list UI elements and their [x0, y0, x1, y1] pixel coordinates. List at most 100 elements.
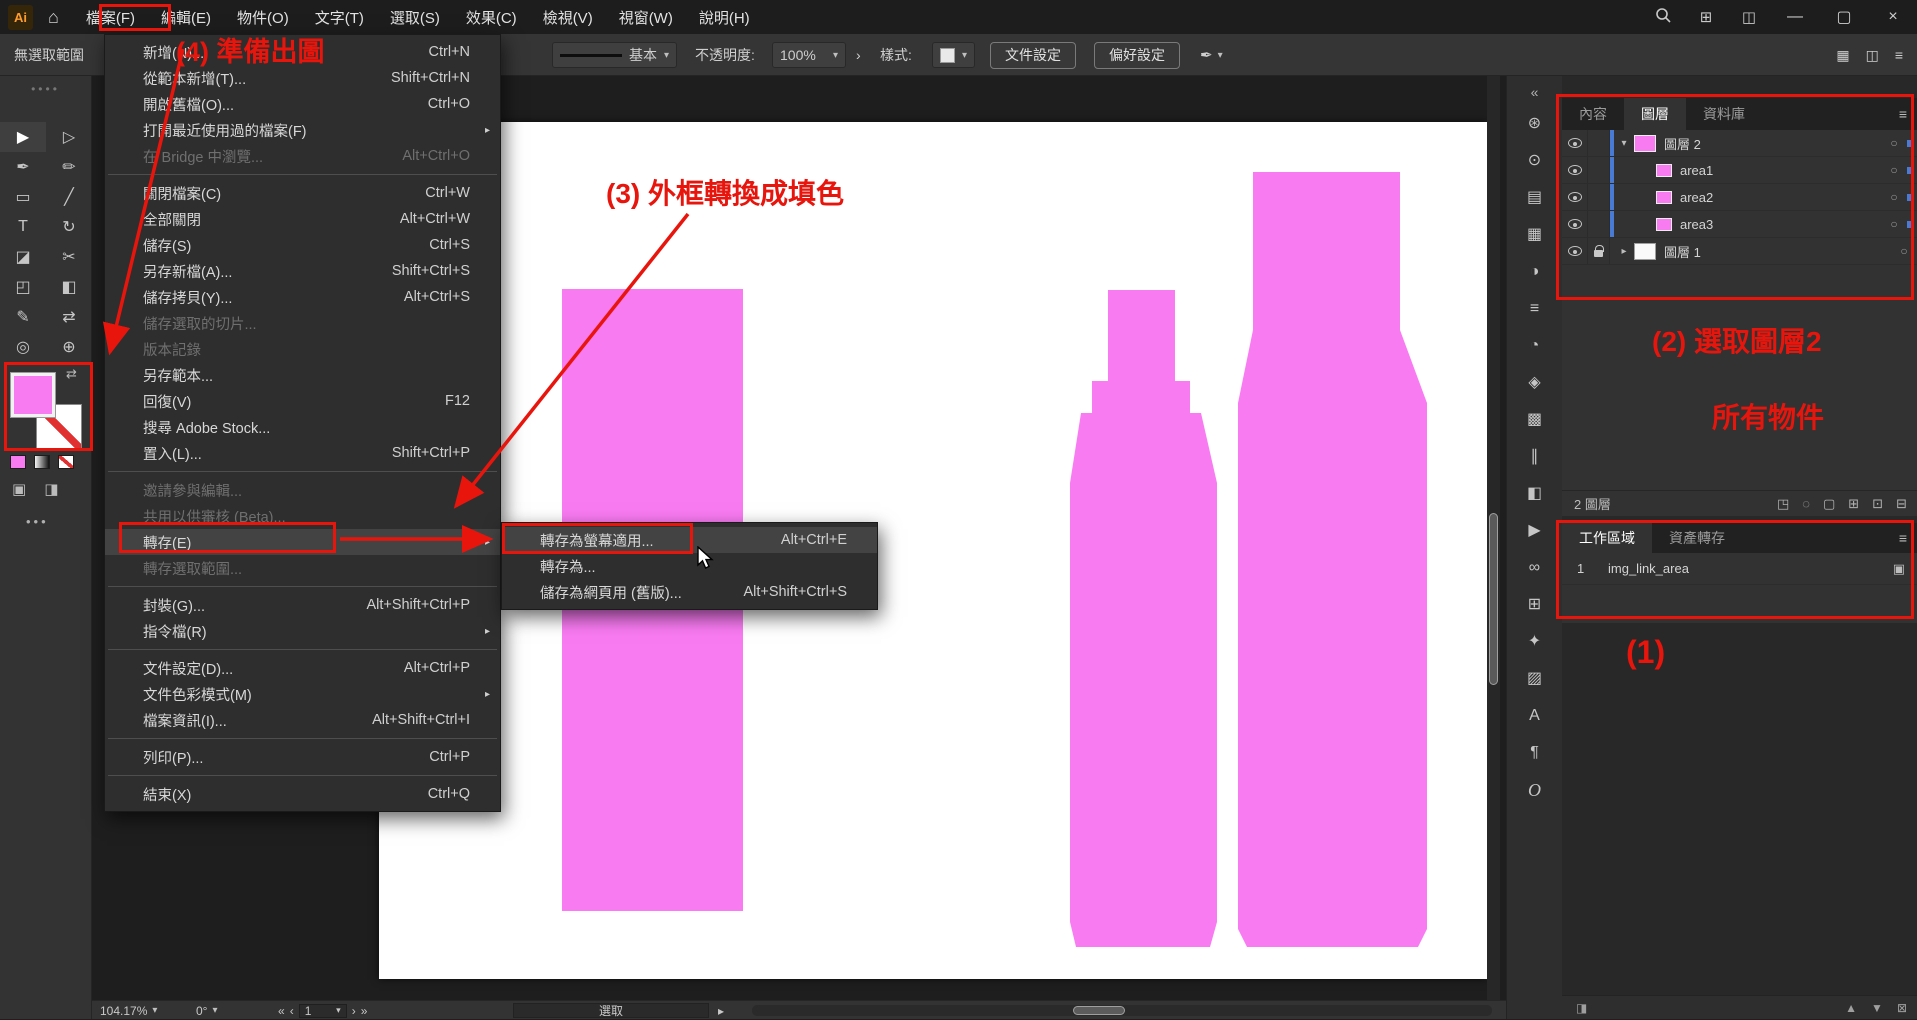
layer-name[interactable]: area3 [1680, 217, 1881, 232]
panel-icon[interactable]: ▶ [1528, 521, 1540, 541]
collapse-panels-icon[interactable]: « [1507, 84, 1562, 100]
artboard-row[interactable]: 1 img_link_area ▣ [1562, 553, 1917, 585]
panel-icon[interactable]: ▨ [1527, 669, 1542, 689]
menubar-menu[interactable]: 說明(H) [686, 0, 763, 34]
tool-button[interactable]: ▷ [46, 122, 92, 152]
panel-tab[interactable]: 工作區域 [1562, 523, 1652, 553]
menubar-menu[interactable]: 效果(C) [453, 0, 530, 34]
layers-footer-icon[interactable]: ⊞ [1848, 496, 1859, 512]
tool-button[interactable]: T [0, 212, 46, 242]
menu-item[interactable]: 搜尋 Adobe Stock... [105, 414, 500, 440]
fill-color-swatch[interactable] [10, 372, 56, 418]
menu-item[interactable]: 回復(V) F12 [105, 388, 500, 414]
layers-footer-icon[interactable]: ⊟ [1896, 496, 1907, 512]
menu-item[interactable] [105, 644, 500, 655]
panel-tab[interactable]: 內容 [1562, 98, 1624, 130]
menu-item[interactable]: 指令檔(R) [105, 618, 500, 644]
panel-menu-icon[interactable]: ≡ [1899, 106, 1907, 122]
tool-button[interactable]: ⇄ [46, 302, 92, 332]
lock-toggle[interactable] [1588, 211, 1610, 237]
panel-icon[interactable]: ◧ [1527, 484, 1542, 504]
vertical-scrollbar-thumb[interactable] [1489, 513, 1498, 685]
menu-item[interactable]: 開啟舊檔(O)... Ctrl+O [105, 91, 500, 117]
panel-icon[interactable]: ≡ [1530, 299, 1539, 319]
menu-item[interactable] [105, 733, 500, 744]
layer-name[interactable]: area1 [1680, 163, 1881, 178]
document-setup-button[interactable]: 文件設定 [990, 42, 1076, 69]
layer-name[interactable]: 圖層 2 [1664, 134, 1881, 153]
visibility-toggle[interactable] [1562, 184, 1588, 210]
layer-thumbnail[interactable] [1656, 218, 1672, 231]
layer-name[interactable]: area2 [1680, 190, 1881, 205]
expand-chevron[interactable]: ▾ [1614, 138, 1634, 149]
tool-button[interactable]: ◰ [0, 272, 46, 302]
menu-item[interactable]: 置入(L)... Shift+Ctrl+P [105, 440, 500, 466]
opacity-dropdown[interactable]: 100% [772, 42, 846, 68]
panel-icon[interactable]: ∥ [1531, 447, 1539, 467]
panels-bottom-icon[interactable]: ▼ [1871, 1001, 1883, 1015]
split-view-icon[interactable]: ◫ [1866, 47, 1879, 64]
panels-bottom-icon[interactable]: ▲ [1845, 1001, 1857, 1015]
menu-item[interactable]: 結束(X) Ctrl+Q [105, 781, 500, 807]
align-panel-icon[interactable]: ▦ [1836, 47, 1849, 64]
menu-item[interactable]: 關閉檔案(C) Ctrl+W [105, 180, 500, 206]
search-icon[interactable] [1652, 7, 1674, 27]
menu-item[interactable]: 列印(P)... Ctrl+P [105, 744, 500, 770]
tool-button[interactable]: ▭ [0, 182, 46, 212]
menu-item[interactable]: 全部關閉 Alt+Ctrl+W [105, 206, 500, 232]
layers-footer-icon[interactable]: ◌ [1802, 496, 1810, 512]
gradient-mode-button[interactable] [34, 455, 50, 469]
submenu-item[interactable]: 轉存為螢幕適用... Alt+Ctrl+E [502, 527, 877, 553]
target-circle-icon[interactable] [1881, 217, 1907, 231]
layers-footer-icon[interactable]: ▢ [1823, 496, 1835, 512]
tool-button[interactable]: ✂ [46, 242, 92, 272]
lock-toggle[interactable] [1588, 184, 1610, 210]
layer-thumbnail[interactable] [1656, 191, 1672, 204]
draw-behind-icon[interactable]: ◨ [44, 480, 58, 498]
tool-button[interactable]: ◎ [0, 332, 46, 362]
target-circle-icon[interactable] [1891, 244, 1917, 258]
menu-item[interactable]: 轉存選取範圍... [105, 555, 500, 581]
style-swatch-dropdown[interactable] [932, 42, 975, 68]
panel-icon[interactable]: ◈ [1528, 373, 1540, 393]
panel-icon[interactable]: A [1529, 706, 1540, 726]
menu-item[interactable]: 在 Bridge 中瀏覽... Alt+Ctrl+O [105, 143, 500, 169]
menu-item[interactable]: 另存範本... [105, 362, 500, 388]
preferences-button[interactable]: 偏好設定 [1094, 42, 1180, 69]
tool-button[interactable]: ▶ [0, 122, 46, 152]
panel-icon[interactable]: ∞ [1529, 558, 1540, 578]
menubar-menu[interactable]: 物件(O) [224, 0, 302, 34]
menu-item[interactable]: 封裝(G)... Alt+Shift+Ctrl+P [105, 592, 500, 618]
panel-icon[interactable]: ◑ [1530, 262, 1540, 282]
color-mode-button[interactable] [10, 455, 26, 469]
prev-artboard-button[interactable]: ‹ [290, 1004, 294, 1018]
illustrator-logo[interactable]: Ai [8, 5, 33, 30]
menu-item[interactable] [105, 169, 500, 180]
first-artboard-button[interactable]: « [278, 1004, 285, 1018]
layer-thumbnail[interactable] [1656, 164, 1672, 177]
menu-item[interactable]: 儲存(S) Ctrl+S [105, 232, 500, 258]
panel-menu-icon[interactable]: ≡ [1899, 530, 1907, 546]
menu-item[interactable]: 另存新檔(A)... Shift+Ctrl+S [105, 258, 500, 284]
tool-button[interactable]: ◪ [0, 242, 46, 272]
tool-options-dropdown[interactable]: ✒ [1200, 34, 1223, 76]
tool-button[interactable]: ✎ [0, 302, 46, 332]
home-icon[interactable]: ⌂ [48, 7, 59, 28]
restore-button[interactable]: ▢ [1830, 7, 1858, 27]
opacity-spinner[interactable]: › [856, 34, 861, 76]
layer-thumbnail[interactable] [1634, 135, 1656, 152]
layer-row[interactable]: ▸ 圖層 1 [1562, 238, 1917, 265]
menu-item[interactable]: 從範本新增(T)... Shift+Ctrl+N [105, 65, 500, 91]
menu-item[interactable]: 儲存拷貝(Y)... Alt+Ctrl+S [105, 284, 500, 310]
submenu-item[interactable]: 儲存為網頁用 (舊版)... Alt+Shift+Ctrl+S [502, 579, 877, 605]
menubar-menu[interactable]: 編輯(E) [148, 0, 224, 34]
layers-footer-icon[interactable]: ◳ [1777, 496, 1789, 512]
status-play-icon[interactable]: ▸ [718, 1001, 724, 1020]
panel-icon[interactable]: ¶ [1530, 743, 1539, 763]
tool-button[interactable]: ╱ [46, 182, 92, 212]
next-artboard-button[interactable]: › [352, 1004, 356, 1018]
tool-button[interactable]: ↻ [46, 212, 92, 242]
minimize-button[interactable]: — [1781, 8, 1809, 26]
panel-icon[interactable]: ⊛ [1528, 114, 1541, 134]
artboard-name[interactable]: img_link_area [1608, 561, 1893, 576]
